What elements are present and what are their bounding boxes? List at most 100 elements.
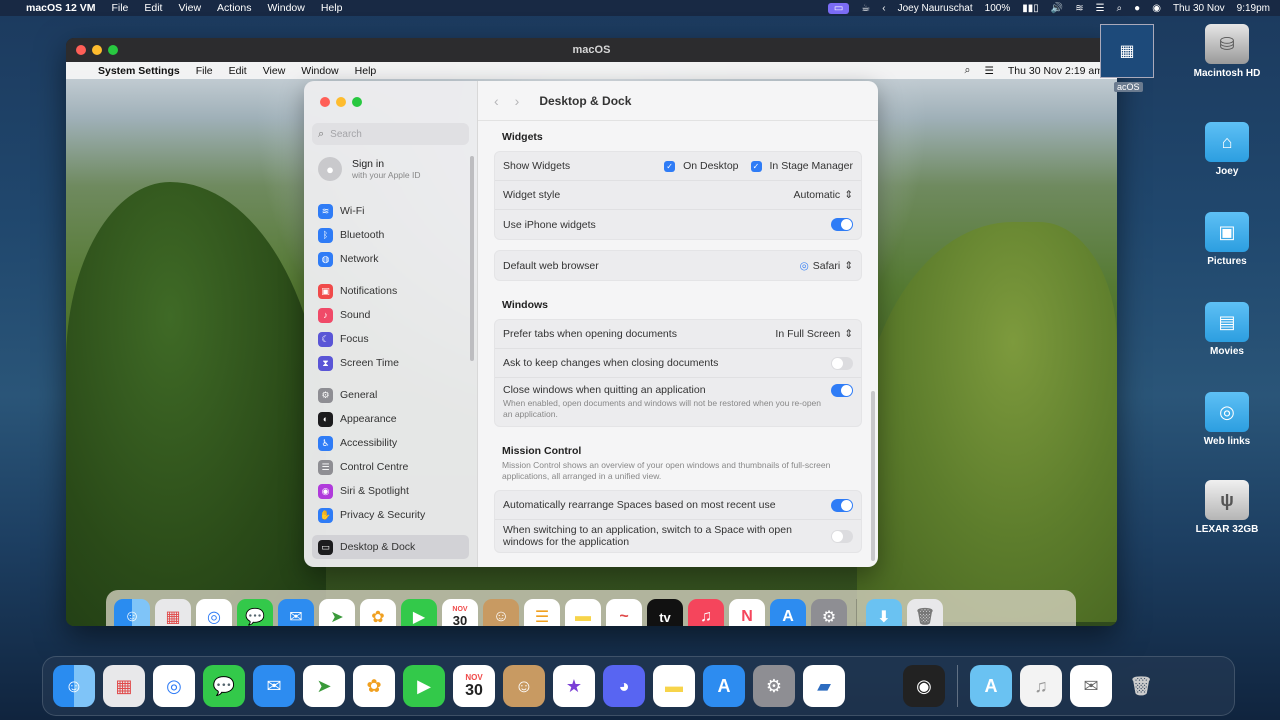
applications-folder-icon[interactable]: A [970,665,1012,707]
sidebar-item-privacy[interactable]: ✋ Privacy & Security [312,503,469,527]
launchpad-icon[interactable]: ▦ [155,599,191,626]
discord-icon[interactable]: ◕ [603,665,645,707]
host-menu-edit[interactable]: Edit [144,2,162,14]
content-scrollbar[interactable] [871,391,875,561]
host-menu-window[interactable]: Window [267,2,304,14]
facetime-icon[interactable]: ▶ [401,599,437,626]
guest-menu-window[interactable]: Window [301,65,338,77]
contacts-icon[interactable]: ☺ [503,665,545,707]
messages-icon[interactable]: 💬 [237,599,273,626]
photos-icon[interactable]: ✿ [360,599,396,626]
user-icon[interactable]: ● [1134,3,1140,14]
on-desktop-checkbox[interactable]: ✓ On Desktop [664,160,739,172]
control-centre-icon[interactable]: ☰ [1096,3,1105,14]
maps-icon[interactable]: ➤ [303,665,345,707]
document-stack-icon[interactable]: ✉ [1070,665,1112,707]
trash-icon[interactable]: 🗑 [1120,665,1162,707]
finder-icon[interactable]: ☺ [53,665,95,707]
vm-close-button[interactable] [76,45,86,55]
desktop-icon-pictures[interactable]: ▣ Pictures [1182,212,1272,267]
messages-icon[interactable]: 💬 [203,665,245,707]
desktop-icon-web-links[interactable]: ◎ Web links [1182,392,1272,447]
sidebar-item-desktop-dock[interactable]: ▭ Desktop & Dock [312,535,469,559]
sidebar-item-wifi[interactable]: ≋ Wi-Fi [312,199,469,223]
app-store-icon[interactable]: A [770,599,806,626]
apple-logo-icon[interactable] [853,665,895,707]
sidebar-scrollbar[interactable] [470,156,474,361]
settings-minimize-button[interactable] [336,97,346,107]
sidebar-item-control-centre[interactable]: ☰ Control Centre [312,455,469,479]
host-app-name[interactable]: macOS 12 VM [26,2,95,14]
obs-icon[interactable]: ◉ [903,665,945,707]
switch-space-toggle[interactable] [831,529,853,543]
mail-icon[interactable]: ✉ [253,665,295,707]
mail-icon[interactable]: ✉ [278,599,314,626]
sidebar-item-focus[interactable]: ☾ Focus [312,327,469,351]
default-browser-select[interactable]: ◎ Safari ⇕ [800,260,853,272]
guest-control-centre-icon[interactable]: ☰ [984,65,993,77]
guest-menu-view[interactable]: View [263,65,286,77]
freeform-icon[interactable]: ~ [606,599,642,626]
news-icon[interactable]: N [729,599,765,626]
sidebar-item-general[interactable]: ⚙ General [312,383,469,407]
rearrange-spaces-toggle[interactable] [831,498,853,512]
sidebar-search-input[interactable]: ⌕ Search [312,123,469,145]
safari-icon[interactable]: ◎ [196,599,232,626]
sidebar-item-siri[interactable]: ◉ Siri & Spotlight [312,479,469,503]
sidebar-item-accessibility[interactable]: ♿ Accessibility [312,431,469,455]
host-menu-file[interactable]: File [111,2,128,14]
parallels-icon[interactable]: ▰ [803,665,845,707]
apple-tv-icon[interactable]: tv [647,599,683,626]
search-icon[interactable]: ⌕ [1117,3,1123,14]
system-settings-icon[interactable]: ⚙ [753,665,795,707]
desktop-icon-macintosh-hd[interactable]: ⛁ Macintosh HD [1182,24,1272,79]
use-iphone-widgets-toggle[interactable] [831,218,853,231]
settings-zoom-button[interactable] [352,97,362,107]
guest-menu-help[interactable]: Help [355,65,377,77]
trash-icon[interactable]: 🗑 [907,599,943,626]
app-store-icon[interactable]: A [703,665,745,707]
battery-icon[interactable]: ▮▮▯ [1022,3,1039,14]
volume-icon[interactable]: 🔊 [1051,3,1063,14]
apple-id-signin[interactable]: ● Sign in with your Apple ID [304,145,477,191]
vm-thumbnail[interactable]: ▦ [1100,24,1154,78]
notes-icon[interactable]: ▬ [653,665,695,707]
back-icon[interactable]: ‹ [494,93,499,109]
widget-style-select[interactable]: Automatic ⇕ [794,189,854,201]
sidebar-item-network[interactable]: ◍ Network [312,247,469,271]
desktop-icon-movies[interactable]: ▤ Movies [1182,302,1272,357]
finder-icon[interactable]: ☺ [114,599,150,626]
calendar-icon[interactable]: NOV 30 [453,665,495,707]
guest-menu-edit[interactable]: Edit [229,65,247,77]
facetime-icon[interactable]: ▶ [403,665,445,707]
siri-icon[interactable]: ◉ [1152,3,1161,14]
sidebar-item-sound[interactable]: ♪ Sound [312,303,469,327]
coffee-icon[interactable]: ☕ [861,3,870,14]
calendar-icon[interactable]: NOV 30 [442,599,478,626]
vm-minimize-button[interactable] [92,45,102,55]
wifi-icon[interactable]: ≋ [1075,3,1083,14]
host-menu-view[interactable]: View [178,2,201,14]
prefer-tabs-select[interactable]: In Full Screen ⇕ [775,328,853,340]
host-date[interactable]: Thu 30 Nov [1173,3,1225,14]
screen-mirroring-icon[interactable]: ▭ [827,2,850,14]
imovie-star-icon[interactable]: ★ [553,665,595,707]
guest-clock[interactable]: Thu 30 Nov 2:19 am [1008,65,1103,77]
system-settings-icon[interactable]: ⚙ [811,599,847,626]
desktop-icon-lexar[interactable]: ψ LEXAR 32GB [1182,480,1272,535]
desktop-icon-joey[interactable]: ⌂ Joey [1182,122,1272,177]
in-stage-manager-checkbox[interactable]: ✓ In Stage Manager [750,160,853,172]
contacts-icon[interactable]: ☺ [483,599,519,626]
music-icon[interactable]: ♫ [688,599,724,626]
host-time[interactable]: 9:19pm [1237,3,1270,14]
guest-menu-file[interactable]: File [196,65,213,77]
notes-icon[interactable]: ▬ [565,599,601,626]
reminders-icon[interactable]: ☰ [524,599,560,626]
launchpad-icon[interactable]: ▦ [103,665,145,707]
host-menu-help[interactable]: Help [321,2,343,14]
sidebar-item-appearance[interactable]: ◐ Appearance [312,407,469,431]
ask-keep-toggle[interactable] [831,356,853,370]
vm-titlebar[interactable]: macOS [66,38,1117,62]
host-user-name[interactable]: Joey Nauruschat [898,3,973,14]
settings-close-button[interactable] [320,97,330,107]
